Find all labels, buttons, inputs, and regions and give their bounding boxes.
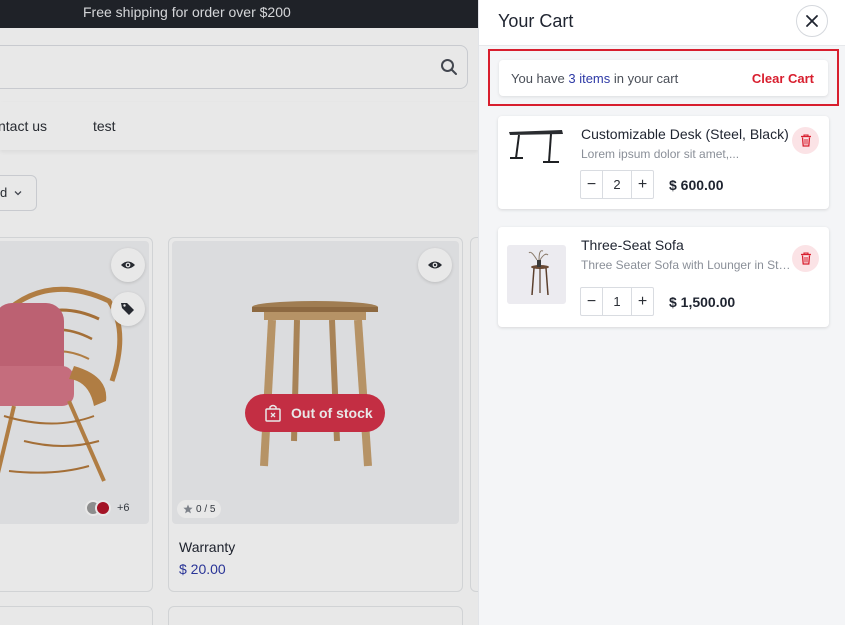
cart-drawer: Your Cart You have 3 items in your cart … [478,0,845,625]
clear-cart-button[interactable]: Clear Cart [752,71,814,86]
cart-item: Three-Seat Sofa Three Seater Sofa with L… [498,227,829,327]
cart-item-description: Three Seater Sofa with Lounger in Ste... [581,258,791,272]
quantity-value[interactable]: 1 [602,288,632,315]
cart-summary: You have 3 items in your cart Clear Cart [499,60,828,96]
close-cart-button[interactable] [796,5,828,37]
trash-icon [800,252,811,265]
cart-item-count: 3 items [568,71,611,86]
cart-item: Customizable Desk (Steel, Black) Lorem i… [498,116,829,209]
desk-image [509,130,563,163]
increase-qty-button[interactable]: + [632,171,653,198]
cart-item-description: Lorem ipsum dolor sit amet,... [581,147,740,161]
sofa-image [528,250,549,296]
cart-header: Your Cart [479,0,845,46]
page-overlay[interactable] [0,0,478,625]
trash-icon [800,134,811,147]
decrease-qty-button[interactable]: − [581,171,602,198]
cart-item-price: $ 1,500.00 [669,294,736,310]
cart-item-name[interactable]: Customizable Desk (Steel, Black) [581,126,789,142]
close-icon [806,15,818,27]
cart-summary-text: You have 3 items in your cart [511,71,678,86]
increase-qty-button[interactable]: + [632,288,653,315]
remove-item-button[interactable] [792,245,819,272]
decrease-qty-button[interactable]: − [581,288,602,315]
product-thumbnail[interactable] [507,122,566,181]
cart-item-name[interactable]: Three-Seat Sofa [581,237,684,253]
quantity-stepper: − 1 + [580,287,654,316]
summary-suffix: in your cart [610,71,679,86]
quantity-stepper: − 2 + [580,170,654,199]
summary-prefix: You have [511,71,569,86]
quantity-value[interactable]: 2 [602,171,632,198]
cart-item-price: $ 600.00 [669,177,724,193]
cart-title: Your Cart [498,11,574,31]
remove-item-button[interactable] [792,127,819,154]
product-thumbnail[interactable] [507,245,566,304]
